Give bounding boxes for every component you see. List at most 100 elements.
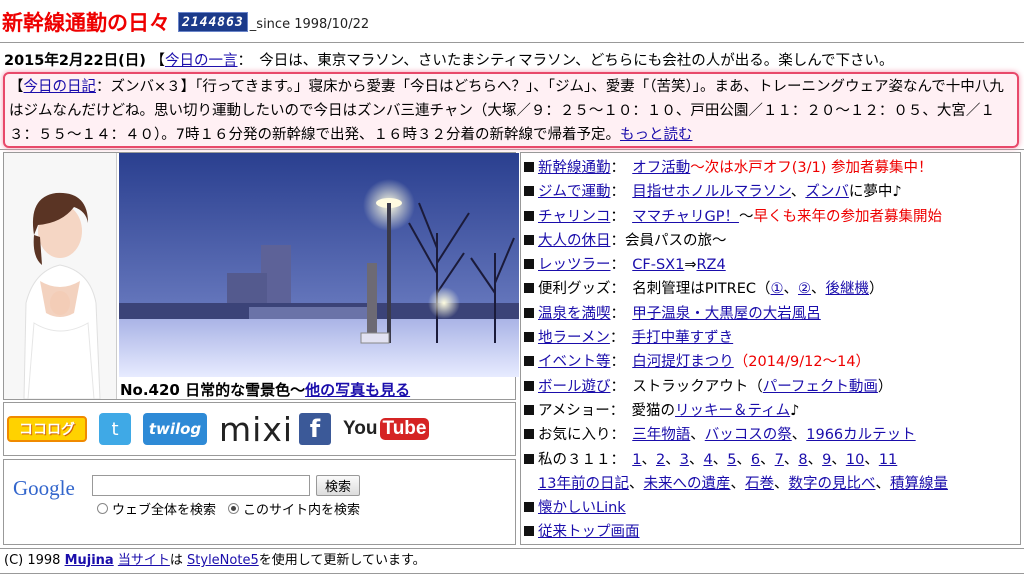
menu-sep: ： [610,451,618,468]
menu-sep: ： [609,330,618,347]
diary-13y-link[interactable]: 13年前の日記 [538,476,629,492]
perfect-video-link[interactable]: パーフェクト動画 [763,379,878,395]
rz4-link[interactable]: RZ4 [696,257,725,273]
311-link-8[interactable]: 8 [798,452,807,468]
portrait-image [4,153,117,399]
stylenote-link[interactable]: StyleNote5 [187,553,259,568]
311-link-10[interactable]: 10 [846,452,864,468]
diary-bracket: 【 [9,79,24,95]
site-header: 新幹線通勤の日々 2144863 _since 1998/10/22 [2,4,369,38]
old-top-link[interactable]: 従来トップ画面 [538,524,640,540]
menu-bicycle-link[interactable]: チャリンコ [538,209,610,225]
today-diary-link[interactable]: 今日の日記 [24,79,97,95]
menu-note: に夢中♪ [848,184,902,201]
menu-ramen-link[interactable]: 地ラーメン [538,330,610,346]
menu-ball-link[interactable]: ボール遊び [538,379,611,395]
menu-gym-link[interactable]: ジムで運動 [538,184,611,200]
today-word-text: ： 今日は、東京マラソン、さいたまシティマラソン、どちらにも会社の人が出る。楽し… [237,53,894,69]
311-link-2[interactable]: 2 [656,452,665,468]
menu-goods-label: 便利グッズ [538,281,611,298]
square-bullet-icon [524,526,534,537]
square-bullet-icon [524,259,534,270]
cocolog-button[interactable]: ココログ [7,411,93,447]
zumba-link[interactable]: ズンバ [805,184,849,200]
radio-site[interactable] [228,503,240,514]
menu-sep: 、 [665,451,680,468]
search-button[interactable]: 検索 [316,475,361,496]
dose-link[interactable]: 積算線量 [890,476,948,492]
kashi-onsen-link[interactable]: 甲子温泉・大黒屋の大岩風呂 [632,306,821,322]
today-word-link[interactable]: 今日の一言 [165,53,238,69]
twilog-button[interactable]: twilog [143,411,213,447]
mamachari-gp-link[interactable]: ママチャリGP！ [632,209,739,225]
since-date: _since 1998/10/22 [249,17,370,32]
menu-sep: 、 [807,451,823,468]
311-link-6[interactable]: 6 [751,452,760,468]
facebook-button[interactable]: f [299,411,337,447]
menu-item: ジムで運動： 目指せホノルルマラソン、ズンバに夢中♪ [524,180,1020,204]
search-input[interactable] [92,475,310,496]
menu-item: 私の３１１： 1、2、3、4、5、6、7、8、9、10、11 [524,448,1020,472]
menu-note: ： ストラックアウト（ [610,378,763,395]
311-link-3[interactable]: 3 [680,452,689,468]
this-site-link[interactable]: 当サイト [118,553,170,568]
menu-cat-label: アメショー [538,402,610,419]
cf-sx1-link[interactable]: CF-SX1 [632,257,684,273]
read-more-link[interactable]: もっと読む [620,127,693,143]
sannen-link[interactable]: 三年物語 [632,427,690,443]
311-link-4[interactable]: 4 [703,452,712,468]
site-search: Google 検索 ウェブ全体を検索 このサイト内を検索 [3,459,516,545]
square-bullet-icon [524,186,534,197]
menu-onsen-link[interactable]: 温泉を満喫 [538,306,611,322]
search-scope-options: ウェブ全体を検索 このサイト内を検索 [97,499,360,518]
menu-item: アメショー： 愛猫のリッキー＆ティム♪ [524,399,1020,423]
honolulu-link[interactable]: 目指せホノルルマラソン [632,184,791,200]
twilog-logo: twilog [143,413,207,445]
mixi-button[interactable]: mixi [219,410,293,449]
numbers-link[interactable]: 数字の見比べ [788,476,875,492]
radio-web[interactable] [97,503,108,514]
menu-note: （2014/9/12～14） [733,354,871,371]
menu-commute-link[interactable]: 新幹線通勤 [538,160,611,176]
google-logo-text: Google [13,476,75,500]
author-link[interactable]: Mujina [65,553,114,568]
menu-holiday-link[interactable]: 大人の休日 [538,233,611,249]
site-title[interactable]: 新幹線通勤の日々 [2,8,170,38]
311-links: 1、2、3、4、5、6、7、8、9、10、11 [632,452,897,468]
pitrec-link-2[interactable]: ② [798,281,811,297]
menu-sep: ： [610,354,618,371]
quartet-link[interactable]: 1966カルテット [806,427,915,443]
bacchus-link[interactable]: バッコスの祭 [705,427,792,443]
ishinomaki-link[interactable]: 石巻 [745,476,774,492]
successor-link[interactable]: 後継機 [826,281,870,297]
heritage-link[interactable]: 未来への遺産 [643,476,730,492]
youtube-logo: You Tube [343,414,430,444]
page: 新幹線通勤の日々 2144863 _since 1998/10/22 2015年… [0,0,1024,576]
off-activity-link[interactable]: オフ活動 [632,160,690,176]
menu-sep: 、 [790,184,806,201]
facebook-icon: f [299,413,332,445]
menu-sep: 、 [783,451,799,468]
twitter-button[interactable]: t [99,411,137,447]
old-links-link[interactable]: 懐かしいLink [538,500,626,516]
ricky-tim-link[interactable]: リッキー＆ティム [675,403,790,419]
lantern-festival-link[interactable]: 白河提灯まつり [632,354,734,370]
311-link-7[interactable]: 7 [775,452,784,468]
menu-event-link[interactable]: イベント等 [538,354,611,370]
radio-site-label: このサイト内を検索 [243,503,361,518]
menu-sep: ： [610,184,618,201]
square-bullet-icon [524,332,534,343]
pitrec-link-1[interactable]: ① [771,281,784,297]
square-bullet-icon [524,404,534,415]
more-photos-link[interactable]: 他の写真も見る [305,381,410,399]
ramen-suzuki-link[interactable]: 手打中華すずき [632,330,734,346]
snow-scene-photo[interactable] [119,153,519,377]
square-bullet-icon [524,283,534,294]
311-link-11[interactable]: 11 [879,452,897,468]
diary-text: ：ズンバ×３】「行ってきます。」寝床から愛妻「今日はどちらへ？」、「ジム」、愛妻… [9,79,1004,143]
menu-lets-link[interactable]: レッツラー [538,257,611,273]
youtube-button[interactable]: You Tube [343,411,430,447]
menu-item: ボール遊び： ストラックアウト（パーフェクト動画） [524,375,1020,399]
311-link-9[interactable]: 9 [822,452,831,468]
menu-sep: 、 [688,451,704,468]
